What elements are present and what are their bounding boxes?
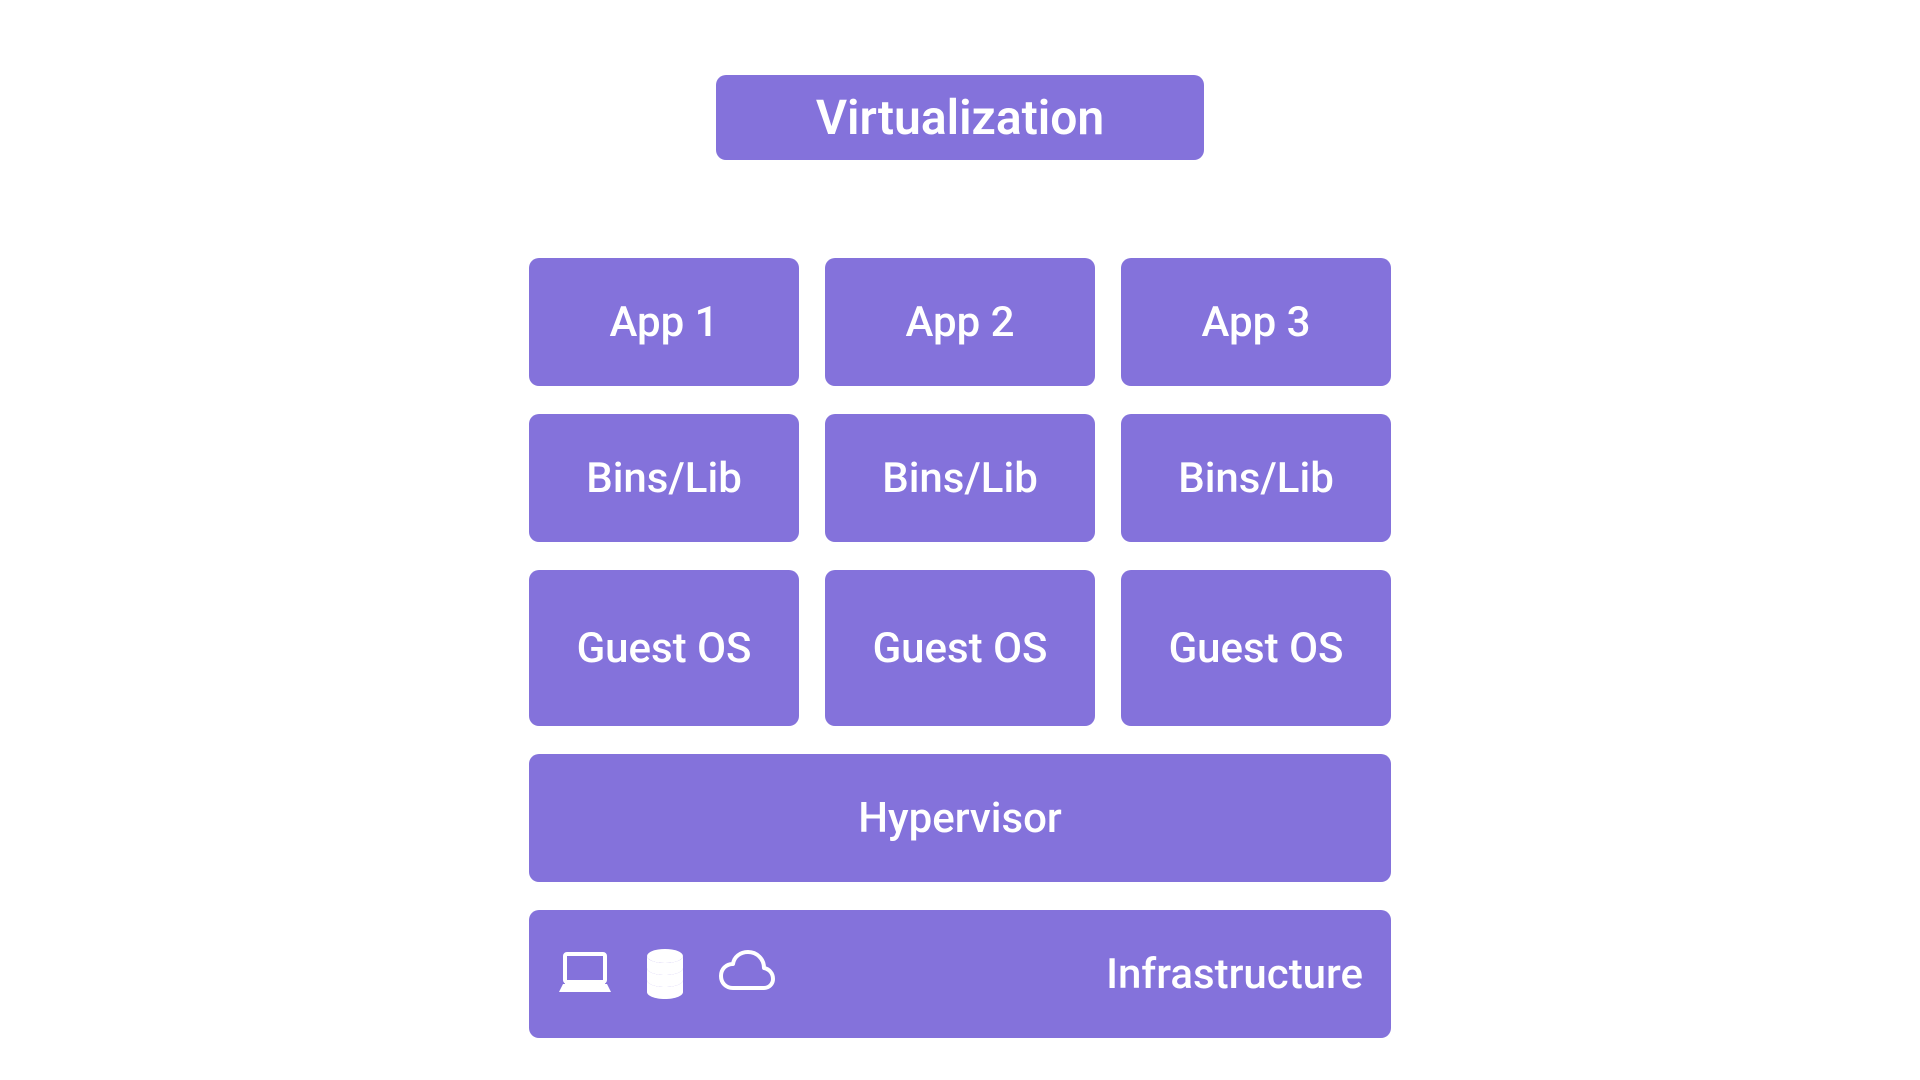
bins-lib-3-box: Bins/Lib <box>1121 414 1391 542</box>
bins-lib-2-box: Bins/Lib <box>825 414 1095 542</box>
guest-os-1-box: Guest OS <box>529 570 799 726</box>
bins-lib-1-box: Bins/Lib <box>529 414 799 542</box>
laptop-icon <box>553 942 617 1006</box>
hypervisor-box: Hypervisor <box>529 754 1391 882</box>
app-1-box: App 1 <box>529 258 799 386</box>
apps-row: App 1 App 2 App 3 <box>529 258 1391 386</box>
diagram-title: Virtualization <box>716 75 1204 160</box>
cloud-icon <box>713 942 777 1006</box>
virtualization-stack: App 1 App 2 App 3 Bins/Lib Bins/Lib Bins… <box>529 258 1391 1038</box>
app-3-box: App 3 <box>1121 258 1391 386</box>
guest-os-3-box: Guest OS <box>1121 570 1391 726</box>
infrastructure-label: Infrastructure <box>1106 950 1363 999</box>
app-2-box: App 2 <box>825 258 1095 386</box>
guest-os-2-box: Guest OS <box>825 570 1095 726</box>
infrastructure-icons <box>553 942 777 1006</box>
database-icon <box>633 942 697 1006</box>
infrastructure-box: Infrastructure <box>529 910 1391 1038</box>
guest-os-row: Guest OS Guest OS Guest OS <box>529 570 1391 726</box>
bins-row: Bins/Lib Bins/Lib Bins/Lib <box>529 414 1391 542</box>
